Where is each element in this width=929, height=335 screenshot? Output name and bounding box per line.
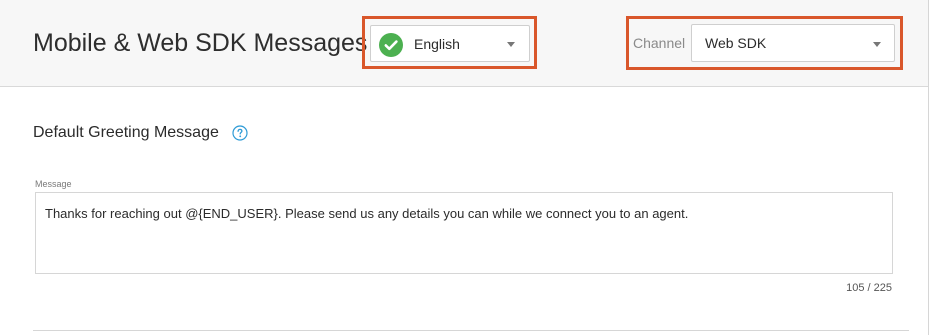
chevron-down-icon <box>507 42 515 47</box>
channel-label: Channel <box>633 35 686 51</box>
page-header: Mobile & Web SDK Messages English Channe… <box>0 0 928 87</box>
message-text: Thanks for reaching out @{END_USER}. Ple… <box>45 206 689 221</box>
section-title: Default Greeting Message <box>33 124 219 141</box>
channel-select[interactable]: Web SDK <box>691 24 895 62</box>
character-counter: 105 / 225 <box>846 282 892 294</box>
check-circle-icon <box>379 33 403 57</box>
section-divider <box>33 330 909 331</box>
question-circle-icon[interactable] <box>232 125 248 141</box>
channel-select-value: Web SDK <box>705 35 767 51</box>
page-title: Mobile & Web SDK Messages <box>33 29 368 57</box>
chevron-down-icon <box>873 42 881 47</box>
language-select-value: English <box>414 36 460 52</box>
message-textarea[interactable]: Thanks for reaching out @{END_USER}. Ple… <box>35 192 893 274</box>
language-select[interactable]: English <box>370 25 530 62</box>
message-field-label: Message <box>35 179 72 189</box>
